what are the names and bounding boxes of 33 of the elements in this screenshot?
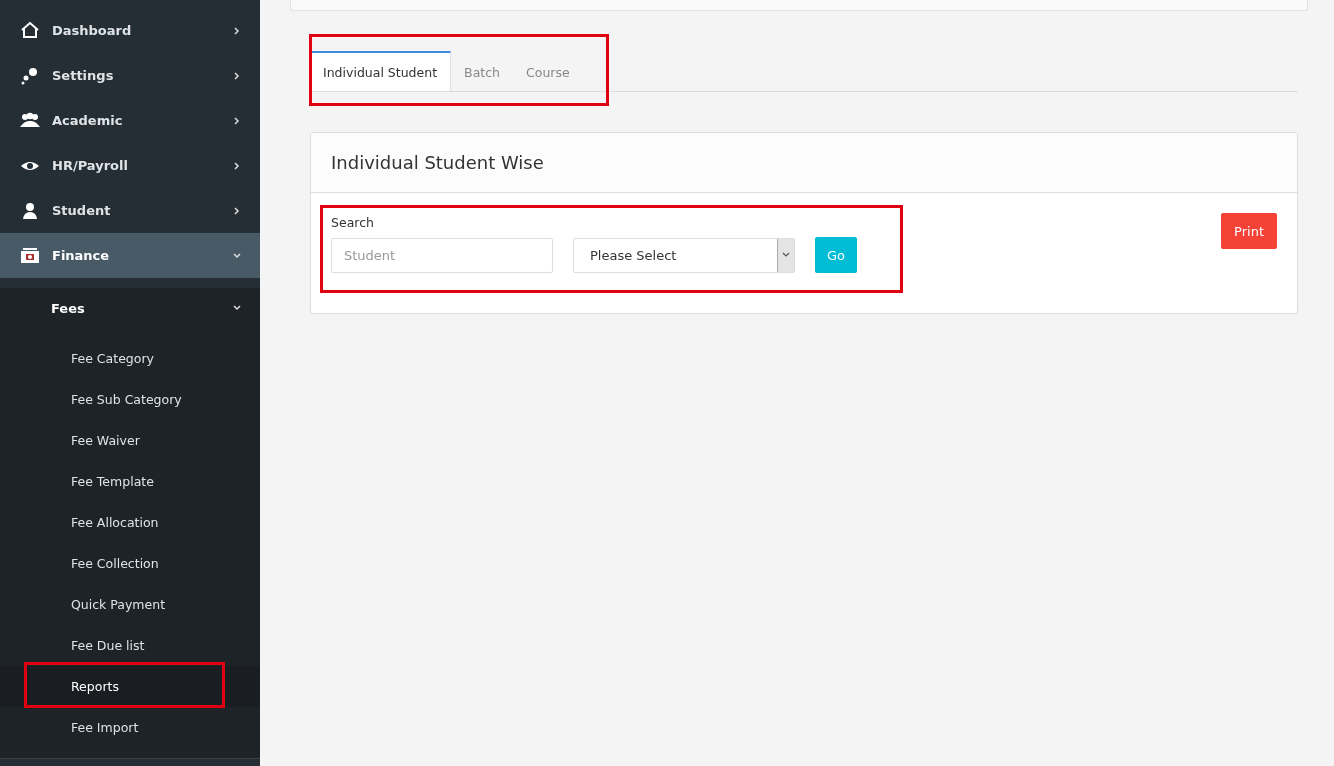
submenu-link[interactable]: Fee Waiver [0, 420, 260, 461]
money-icon [20, 245, 40, 266]
chevron-icon [232, 303, 242, 313]
user-icon [20, 200, 40, 221]
submenu-link[interactable]: Fee Template [0, 461, 260, 502]
sidebar-item[interactable]: HR/Payroll [0, 143, 260, 188]
submenu-link[interactable]: Fee Category [0, 338, 260, 379]
print-button[interactable]: Print [1221, 213, 1277, 249]
chevron-icon [232, 115, 242, 126]
sidebar-item[interactable]: Finance [0, 233, 260, 278]
sidebar-item[interactable]: Settings [0, 53, 260, 98]
home-icon [20, 20, 40, 41]
tab[interactable]: Individual Student [310, 51, 452, 91]
chevron-icon [232, 250, 242, 261]
sidebar-item[interactable]: Student [0, 188, 260, 233]
chevron-icon [232, 160, 242, 171]
chevron-icon [232, 205, 242, 216]
submenu-link[interactable]: Fee Allocation [0, 502, 260, 543]
submenu-link[interactable]: Reports [0, 666, 260, 707]
submenu-item[interactable]: Fees [0, 288, 260, 328]
submenu-link[interactable]: Fee Sub Category [0, 379, 260, 420]
chevron-icon [232, 25, 242, 36]
sidebar-item[interactable]: Academic [0, 98, 260, 143]
submenu-link[interactable]: Fee Collection [0, 543, 260, 584]
submenu-link[interactable]: Quick Payment [0, 584, 260, 625]
sidebar-item[interactable]: Dashboard [0, 8, 260, 53]
card-title: Individual Student Wise [311, 133, 1297, 193]
submenu-link[interactable]: Fee Import [0, 707, 260, 748]
select-dropdown[interactable]: Please Select [573, 237, 795, 273]
student-field[interactable]: Student [331, 237, 553, 273]
search-label: Search [331, 215, 375, 230]
chevron-icon [232, 70, 242, 81]
submenu-link[interactable]: Fee Due list [0, 625, 260, 666]
